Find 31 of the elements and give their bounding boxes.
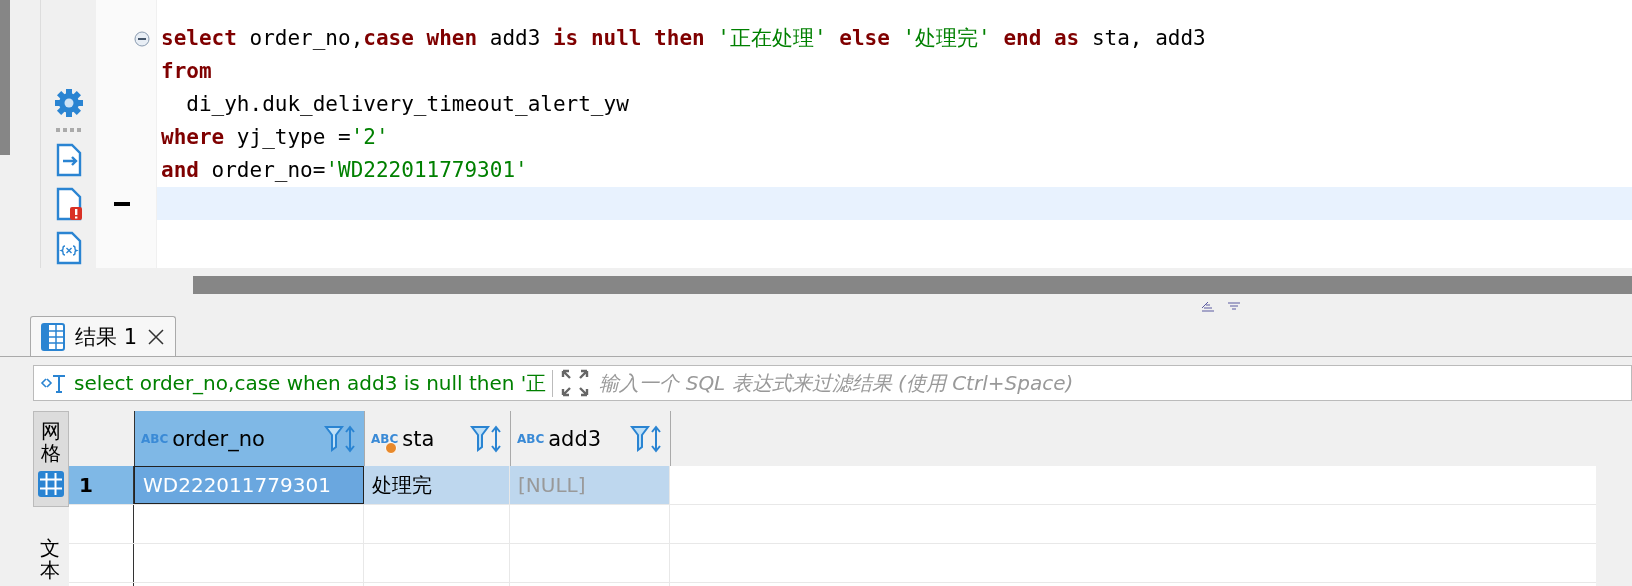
- code-line: from: [160, 58, 213, 85]
- text-filter-icon: [40, 372, 66, 394]
- table-cell[interactable]: 处理完: [364, 466, 510, 504]
- collapse-icon[interactable]: [134, 30, 150, 47]
- code-line: di_yh.duk_delivery_timeout_alert_yw: [185, 91, 630, 118]
- column-header[interactable]: ABC order_no: [135, 411, 365, 466]
- maximize-panel-icon[interactable]: [1200, 302, 1216, 312]
- grid-icon: [37, 470, 65, 498]
- filter-query: select order_no,case when add3 is null then '正: [74, 369, 554, 397]
- file-variable-icon[interactable]: [54, 231, 83, 265]
- restore-panel-icon[interactable]: [1226, 302, 1242, 312]
- row-number[interactable]: 1: [69, 466, 134, 504]
- vertical-scrollbar[interactable]: [0, 0, 10, 155]
- view-tab[interactable]: 网格: [33, 411, 69, 507]
- grip-icon: [54, 128, 83, 133]
- expand-icon[interactable]: [561, 369, 590, 397]
- file-export-icon[interactable]: [54, 143, 83, 177]
- filter-input[interactable]: 输入一个 SQL 表达式来过滤结果 (使用 Ctrl+Space): [597, 370, 1631, 396]
- filter-sort-icon[interactable]: [470, 423, 504, 454]
- result-tab[interactable]: 结果 1: [30, 316, 177, 356]
- code-line: and order_no='WD222011779301': [160, 157, 529, 184]
- horizontal-scrollbar[interactable]: [193, 276, 1632, 294]
- close-icon[interactable]: [147, 327, 166, 346]
- settings-icon[interactable]: [53, 88, 84, 118]
- filter-sort-icon[interactable]: [324, 423, 358, 454]
- file-error-icon[interactable]: [54, 187, 83, 221]
- filter-sort-icon[interactable]: [630, 423, 664, 454]
- code-line: where yj_type ='2': [160, 124, 390, 151]
- code-line: select order_no,case when add3 is null then '正在处理' else '处理完' end as sta, add3: [160, 25, 1207, 52]
- filter-field[interactable]: select order_no,case when add3 is null then '正 输入一个 SQL 表达式来过滤结果 (使用 Ctrl+Space): [33, 365, 1632, 401]
- table-icon: [41, 322, 65, 351]
